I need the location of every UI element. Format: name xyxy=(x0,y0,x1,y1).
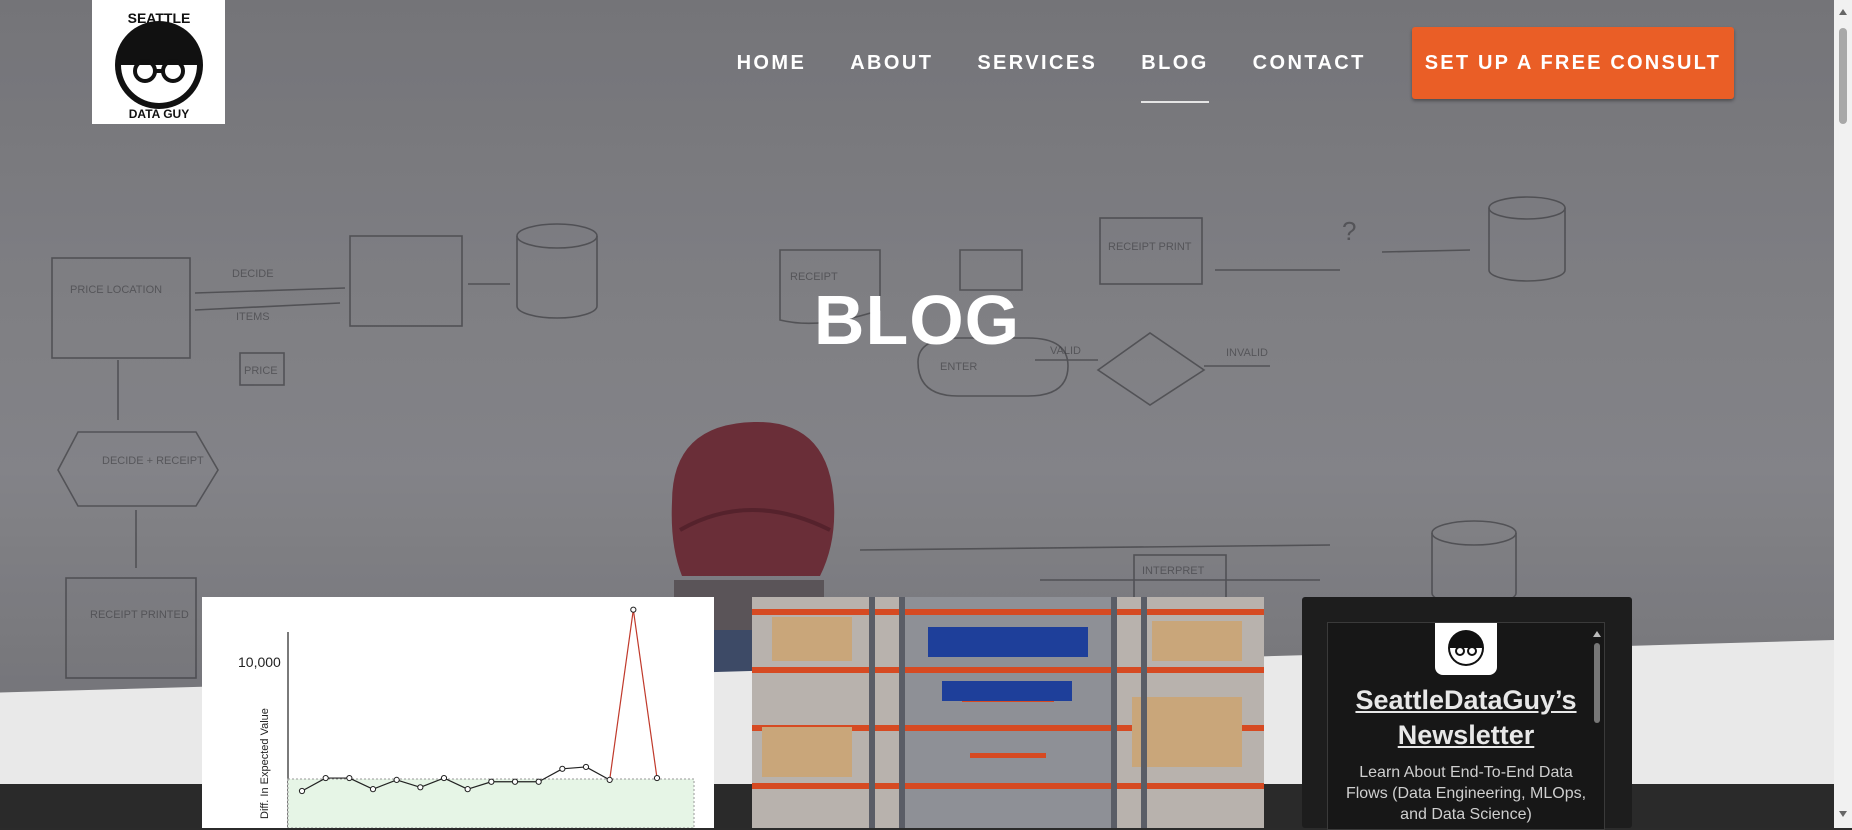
warehouse-photo-image xyxy=(752,597,1264,828)
seattle-data-guy-logo-icon: SEATTLE DATA GUY xyxy=(114,10,203,120)
newsletter-title[interactable]: SeattleDataGuy’s Newsletter xyxy=(1328,683,1604,753)
chart-point xyxy=(393,776,400,783)
page-scrollbar-thumb[interactable] xyxy=(1839,28,1847,124)
scroll-up-arrow-icon xyxy=(1593,631,1601,637)
chart-point xyxy=(535,778,542,785)
chart-line-segment xyxy=(609,609,634,780)
chart-point xyxy=(488,778,495,785)
main-nav: HOME ABOUT SERVICES BLOG CONTACT SET UP … xyxy=(693,27,1734,103)
newsletter-embed: SeattleDataGuy’s Newsletter Learn About … xyxy=(1327,622,1605,830)
chart-range-band xyxy=(287,778,695,828)
nav-item-home[interactable]: HOME xyxy=(737,28,807,99)
wb-text: ? xyxy=(1342,216,1356,246)
scroll-down-arrow-icon[interactable] xyxy=(1834,804,1852,822)
chart-line-segment xyxy=(562,766,587,770)
chart-point xyxy=(440,774,448,782)
blog-card-warehouse[interactable] xyxy=(752,597,1264,828)
chart-point xyxy=(298,787,306,795)
chart-point xyxy=(511,778,519,785)
chart-point xyxy=(630,606,637,613)
chart-y-label: Diff. In Expected Value xyxy=(259,708,271,819)
newsletter-logo-icon xyxy=(1448,630,1484,666)
nav-item-services[interactable]: SERVICES xyxy=(977,28,1097,99)
wb-text: PRICE xyxy=(244,365,278,377)
scroll-thumb xyxy=(1594,643,1600,723)
nav-item-about[interactable]: ABOUT xyxy=(850,28,933,99)
logo-text-bottom: DATA GUY xyxy=(128,107,188,120)
chart-point xyxy=(559,765,566,772)
page-title: BLOG xyxy=(813,281,1021,359)
chart-point xyxy=(417,784,424,791)
wb-text: RECEIPT PRINTED xyxy=(90,609,189,621)
wb-text: DECIDE + RECEIPT xyxy=(102,455,204,467)
chart-line-segment xyxy=(632,609,658,779)
chart-point xyxy=(369,786,377,793)
chart-point xyxy=(346,774,353,782)
chart-point xyxy=(606,776,613,783)
wb-text: DECIDE xyxy=(232,268,274,280)
chart-y-tick: 10,000 xyxy=(238,654,281,670)
blog-card-chart-image: 10,000 Diff. In Expected Value xyxy=(238,606,695,828)
chart-line-segment xyxy=(585,766,610,781)
wb-text: ENTER xyxy=(940,361,977,373)
page-scrollbar[interactable] xyxy=(1834,0,1852,828)
wb-text: INTERPRET xyxy=(1142,565,1205,577)
blog-card-chart[interactable]: 10,000 Diff. In Expected Value xyxy=(202,597,714,828)
logo-text-top: SEATTLE xyxy=(127,10,190,26)
wb-text: RECEIPT PRINT xyxy=(1108,241,1192,253)
nav-item-blog[interactable]: BLOG xyxy=(1141,28,1210,103)
scroll-up-arrow-icon[interactable] xyxy=(1834,4,1852,22)
newsletter-description: Learn About End-To-End Data Flows (Data … xyxy=(1345,764,1587,823)
chart-point xyxy=(464,786,471,793)
chart-marks xyxy=(298,606,661,795)
site-logo[interactable]: SEATTLE DATA GUY xyxy=(92,0,225,124)
chart-point xyxy=(582,763,590,771)
chart-point xyxy=(653,774,661,782)
newsletter-logo xyxy=(1435,623,1497,675)
newsletter-widget: SeattleDataGuy’s Newsletter Learn About … xyxy=(1302,597,1632,830)
nav-item-contact[interactable]: CONTACT xyxy=(1253,28,1366,99)
chart-point xyxy=(322,774,329,782)
newsletter-scrollbar[interactable] xyxy=(1592,629,1602,829)
free-consult-button[interactable]: SET UP A FREE CONSULT xyxy=(1411,27,1734,99)
